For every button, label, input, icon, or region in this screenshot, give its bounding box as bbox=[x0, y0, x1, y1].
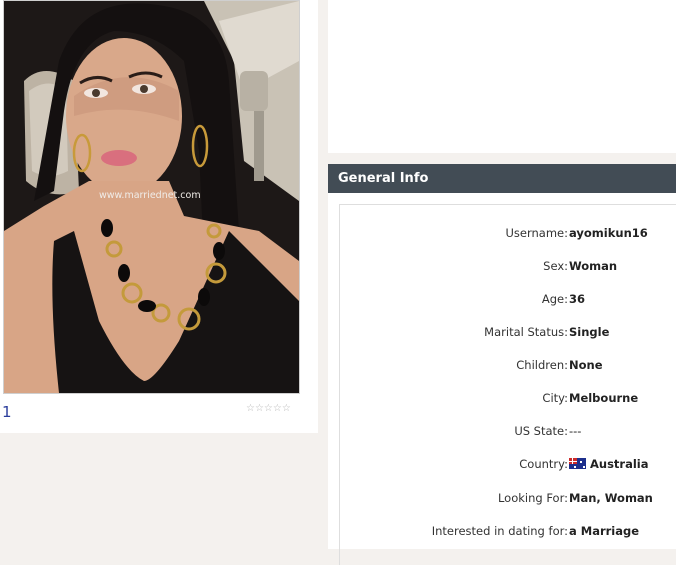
rating-stars[interactable]: ☆☆☆☆☆ bbox=[246, 403, 291, 414]
info-value-country: Australia bbox=[569, 455, 649, 473]
general-info-header: General Info bbox=[328, 164, 676, 193]
info-label: Age: bbox=[541, 292, 568, 306]
info-value: Melbourne bbox=[569, 391, 639, 405]
info-row-children: Children: None bbox=[340, 356, 676, 374]
info-row-looking-for: Looking For: Man, Woman bbox=[340, 489, 676, 507]
info-label: Sex: bbox=[543, 259, 568, 273]
info-row-city: City: Melbourne bbox=[340, 389, 676, 407]
info-value: ayomikun16 bbox=[569, 226, 648, 240]
info-value: Man, Woman bbox=[569, 491, 653, 505]
photo-panel: www.marriednet.com 1 ☆☆☆☆☆ bbox=[0, 0, 318, 433]
profile-photo[interactable]: www.marriednet.com bbox=[3, 0, 300, 394]
info-value: Woman bbox=[569, 259, 618, 273]
photo-watermark: www.marriednet.com bbox=[99, 190, 201, 201]
info-value: None bbox=[569, 358, 603, 372]
info-label: Username: bbox=[505, 226, 569, 240]
info-value: a Marriage bbox=[569, 524, 640, 538]
info-row-marital-status: Marital Status: Single bbox=[340, 323, 676, 341]
info-row-country: Country: Australia bbox=[340, 455, 676, 473]
info-value: 36 bbox=[569, 292, 586, 306]
info-row-username: Username: ayomikun16 bbox=[340, 224, 676, 242]
australia-flag-icon bbox=[569, 458, 586, 469]
info-row-sex: Sex: Woman bbox=[340, 257, 676, 275]
info-label: City: bbox=[542, 391, 568, 405]
info-value: --- bbox=[569, 424, 582, 438]
info-value: Single bbox=[569, 325, 610, 339]
info-label: Marital Status: bbox=[484, 325, 568, 339]
info-row-age: Age: 36 bbox=[340, 290, 676, 308]
general-info-panel: Username: ayomikun16 Sex: Woman Age: 36 … bbox=[328, 193, 676, 565]
photo-index-link[interactable]: 1 bbox=[2, 403, 12, 421]
info-label: Children: bbox=[516, 358, 568, 372]
info-label: US State: bbox=[514, 424, 568, 438]
info-label: Country: bbox=[519, 457, 568, 471]
info-label: Interested in dating for: bbox=[431, 524, 568, 538]
info-label: Looking For: bbox=[497, 491, 568, 505]
general-info-table: Username: ayomikun16 Sex: Woman Age: 36 … bbox=[339, 204, 676, 565]
info-value: Australia bbox=[590, 457, 649, 471]
info-row-interested-in: Interested in dating for: a Marriage bbox=[340, 522, 676, 540]
info-row-us-state: US State: --- bbox=[340, 422, 676, 440]
right-top-panel bbox=[328, 0, 676, 153]
